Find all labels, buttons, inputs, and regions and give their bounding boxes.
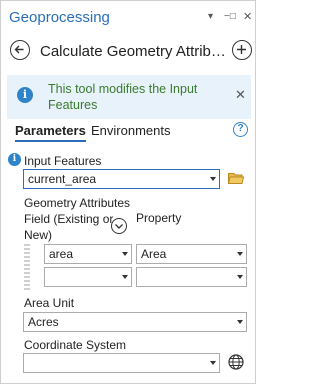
info-close-icon[interactable]: ✕ xyxy=(235,87,246,103)
property-value-1: Area xyxy=(141,247,167,261)
row-grip-handle[interactable] xyxy=(24,244,30,290)
input-features-label: Input Features xyxy=(24,154,102,168)
globe-icon[interactable] xyxy=(228,354,244,370)
pane-titlebar: Geoprocessing ▾ −□ ✕ xyxy=(2,2,256,33)
tab-parameters[interactable]: Parameters xyxy=(15,123,86,142)
field-combobox-1[interactable]: area xyxy=(44,244,132,264)
coordinate-system-label: Coordinate System xyxy=(24,338,127,352)
area-unit-combobox[interactable]: Acres xyxy=(23,312,247,332)
coordinate-system-combobox[interactable] xyxy=(23,353,220,373)
property-column-header: Property xyxy=(136,211,182,225)
chevron-down-icon[interactable] xyxy=(210,361,216,365)
tab-environments[interactable]: Environments xyxy=(91,123,170,138)
help-icon[interactable]: ? xyxy=(233,122,248,137)
chevron-down-icon[interactable] xyxy=(237,320,243,324)
field-value-1: area xyxy=(49,247,74,261)
input-features-value: current_area xyxy=(28,172,97,186)
pin-icon[interactable]: −□ xyxy=(224,11,236,23)
chevron-down-icon[interactable] xyxy=(210,177,216,181)
tool-name: Calculate Geometry Attrib… xyxy=(40,43,224,60)
folder-icon[interactable] xyxy=(228,172,244,184)
info-banner: i This tool modifies the Input Features … xyxy=(7,75,251,119)
chevron-down-icon[interactable] xyxy=(122,252,128,256)
tool-header: Calculate Geometry Attrib… xyxy=(2,37,256,67)
back-arrow-icon[interactable] xyxy=(10,40,30,60)
options-dropdown-icon[interactable]: ▾ xyxy=(208,11,213,23)
property-combobox-1[interactable]: Area xyxy=(136,244,247,264)
pane-title: Geoprocessing xyxy=(9,9,110,26)
field-column-header: Field (Existing or New) xyxy=(24,212,114,242)
chevron-down-icon[interactable] xyxy=(237,275,243,279)
geometry-attributes-label: Geometry Attributes xyxy=(24,196,131,210)
chevron-down-icon[interactable] xyxy=(111,218,127,234)
input-features-combobox[interactable]: current_area xyxy=(23,169,220,189)
field-combobox-2[interactable] xyxy=(44,267,132,287)
close-icon[interactable]: ✕ xyxy=(243,11,252,23)
info-text: This tool modifies the Input Features xyxy=(48,82,198,112)
input-features-info-icon[interactable]: i xyxy=(8,153,21,166)
chevron-down-icon[interactable] xyxy=(122,275,128,279)
add-icon[interactable] xyxy=(232,40,252,60)
area-unit-value: Acres xyxy=(28,315,59,329)
info-icon: i xyxy=(17,87,33,103)
property-combobox-2[interactable] xyxy=(136,267,247,287)
area-unit-label: Area Unit xyxy=(24,296,75,310)
chevron-down-icon[interactable] xyxy=(237,252,243,256)
geoprocessing-pane: Geoprocessing ▾ −□ ✕ Calculate Geometry … xyxy=(0,0,256,384)
